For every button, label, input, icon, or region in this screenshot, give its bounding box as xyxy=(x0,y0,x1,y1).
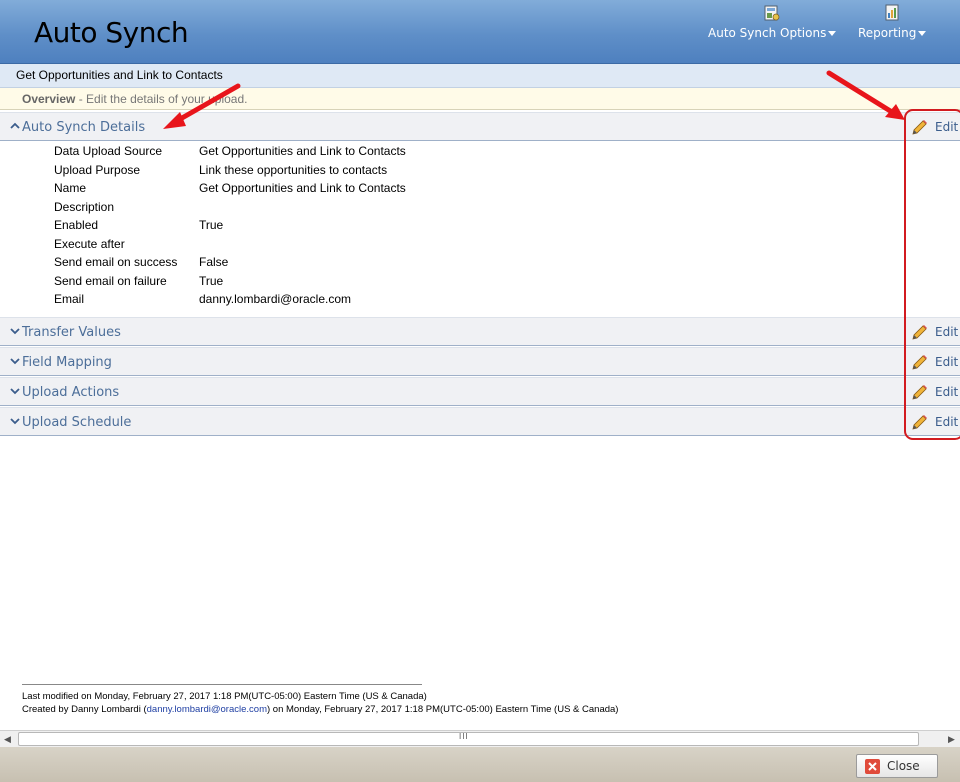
detail-label: Send email on failure xyxy=(54,273,167,288)
edit-label: Edit xyxy=(935,385,959,399)
detail-value: Get Opportunities and Link to Contacts xyxy=(199,144,406,158)
detail-label: Description xyxy=(54,199,115,214)
chevron-down-icon xyxy=(10,358,20,365)
horizontal-scrollbar[interactable]: ◀ III ▶ xyxy=(0,730,960,747)
upload-title: Get Opportunities and Link to Contacts xyxy=(16,68,223,82)
chevron-down-icon xyxy=(10,418,20,425)
app-title: Auto Synch xyxy=(34,16,189,49)
detail-label: Execute after xyxy=(54,236,125,251)
scroll-right-arrow-icon[interactable]: ▶ xyxy=(948,734,955,745)
section-upload-schedule[interactable]: Upload Schedule Edit xyxy=(0,407,960,436)
section-title: Upload Schedule xyxy=(22,415,132,430)
scroll-left-arrow-icon[interactable]: ◀ xyxy=(4,734,11,745)
edit-label: Edit xyxy=(935,415,959,429)
edit-label: Edit xyxy=(935,325,959,339)
auto-synch-options-menu[interactable]: Auto Synch Options xyxy=(708,4,837,40)
app-header: Auto Synch Auto Synch Options Reporting xyxy=(0,0,960,64)
detail-value: danny.lombardi@oracle.com xyxy=(199,292,352,306)
detail-value: Get Opportunities and Link to Contacts xyxy=(199,181,406,195)
scrollbar-thumb[interactable]: III xyxy=(18,732,919,746)
chevron-down-icon xyxy=(10,388,20,395)
detail-label: Upload Purpose xyxy=(54,162,141,177)
chevron-up-icon xyxy=(10,122,20,129)
pencil-icon xyxy=(912,355,927,370)
section-title: Field Mapping xyxy=(22,355,112,370)
detail-value: True xyxy=(199,273,224,288)
close-label: Close xyxy=(887,759,920,773)
audit-footer: Last modified on Monday, February 27, 20… xyxy=(22,690,618,716)
section-upload-actions[interactable]: Upload Actions Edit xyxy=(0,377,960,406)
overview-bar: Overview - Edit the details of your uplo… xyxy=(0,88,960,110)
created-prefix: Created by Danny Lombardi ( xyxy=(22,704,147,715)
dialog-button-bar: Close xyxy=(0,747,960,782)
last-modified-text: Last modified on Monday, February 27, 20… xyxy=(22,691,427,702)
detail-value: True xyxy=(199,218,224,232)
detail-label: Send email on success xyxy=(54,255,178,269)
pencil-icon xyxy=(912,415,927,430)
overview-text: Edit the details of your upload. xyxy=(86,92,248,106)
section-title: Transfer Values xyxy=(22,325,121,340)
pencil-icon xyxy=(912,325,927,340)
footer-divider xyxy=(22,684,422,685)
edit-label: Edit xyxy=(935,355,959,369)
reporting-menu[interactable]: Reporting xyxy=(858,4,927,40)
overview-separator: - xyxy=(75,92,87,106)
creator-email-link[interactable]: danny.lombardi@oracle.com xyxy=(147,704,267,715)
reporting-icon xyxy=(885,4,899,21)
chevron-down-icon xyxy=(10,328,20,335)
created-suffix: ) on Monday, February 27, 2017 1:18 PM(U… xyxy=(266,704,619,715)
auto-synch-options-label: Auto Synch Options xyxy=(708,26,827,40)
created-by-text: Created by Danny Lombardi (danny.lombard… xyxy=(22,703,618,716)
close-button[interactable]: Close xyxy=(856,754,938,778)
edit-label: Edit xyxy=(935,120,959,134)
pencil-icon xyxy=(912,385,927,400)
close-icon xyxy=(865,759,880,774)
upload-title-bar: Get Opportunities and Link to Contacts xyxy=(0,64,960,88)
reporting-label: Reporting xyxy=(858,26,917,40)
chevron-down-icon xyxy=(828,31,837,36)
pencil-icon xyxy=(912,120,927,135)
overview-label: Overview xyxy=(22,92,76,106)
section-transfer-values[interactable]: Transfer Values Edit xyxy=(0,317,960,346)
detail-label: Name xyxy=(54,181,87,195)
options-icon xyxy=(764,5,780,21)
detail-label: Email xyxy=(54,292,85,306)
detail-label: Data Upload Source xyxy=(54,144,163,158)
detail-label: Enabled xyxy=(54,218,99,232)
section-auto-synch-details[interactable]: Auto Synch Details Edit xyxy=(0,112,960,141)
detail-value: False xyxy=(199,255,229,269)
detail-value: Link these opportunities to contacts xyxy=(199,162,388,177)
section-title: Auto Synch Details xyxy=(22,120,146,135)
section-field-mapping[interactable]: Field Mapping Edit xyxy=(0,347,960,376)
chevron-down-icon xyxy=(918,31,927,36)
scrollbar-grip: III xyxy=(459,732,469,741)
section-title: Upload Actions xyxy=(22,385,120,400)
